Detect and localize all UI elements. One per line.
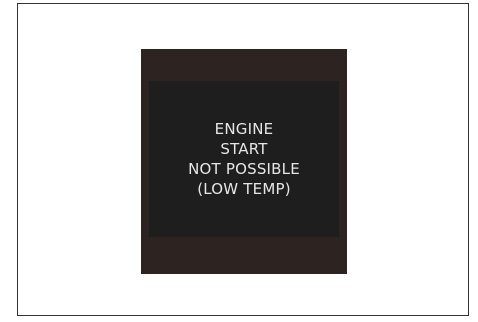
warning-line-1: ENGINE <box>214 120 274 138</box>
warning-line-4: (LOW TEMP) <box>197 180 291 198</box>
display-bezel: ENGINE START NOT POSSIBLE (LOW TEMP) <box>141 49 347 274</box>
warning-line-3: NOT POSSIBLE <box>188 160 300 178</box>
warning-message-screen: ENGINE START NOT POSSIBLE (LOW TEMP) <box>149 81 339 237</box>
warning-line-2: START <box>220 140 268 158</box>
figure-frame: ENGINE START NOT POSSIBLE (LOW TEMP) <box>17 3 469 316</box>
